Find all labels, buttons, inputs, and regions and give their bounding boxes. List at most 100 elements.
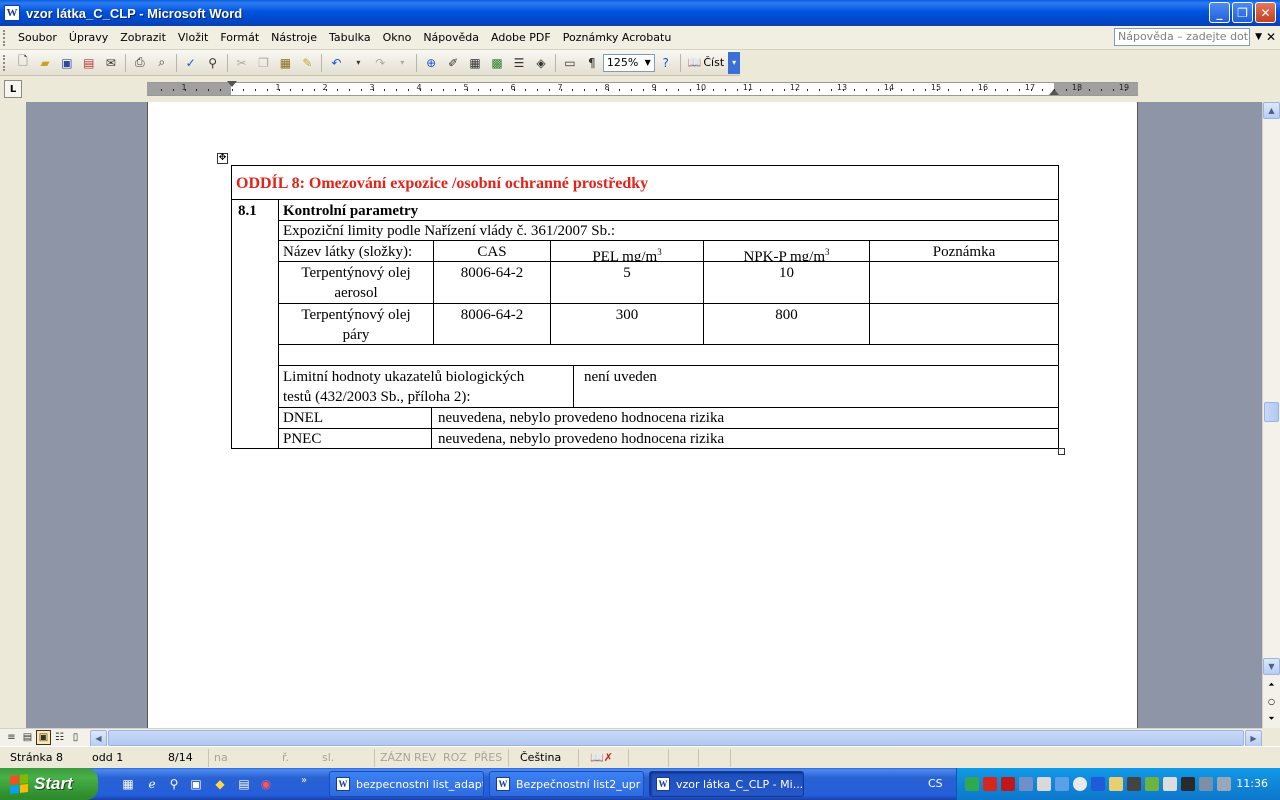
scroll-right-button[interactable]: ▶ (1245, 730, 1262, 747)
read-button[interactable]: 📖 Číst (684, 56, 728, 69)
tables-borders-icon[interactable]: ✐ (442, 52, 464, 74)
zoom-dropdown-icon[interactable]: ▼ (645, 58, 651, 67)
minimize-button[interactable]: _ (1209, 2, 1230, 23)
tray-bluetooth-icon[interactable] (1091, 777, 1105, 791)
status-extend[interactable]: ROZ (443, 751, 467, 764)
table-move-handle-icon[interactable]: ✥ (217, 153, 228, 164)
table-resize-handle[interactable] (1058, 448, 1065, 455)
show-formatting-icon[interactable]: ¶ (581, 52, 603, 74)
print-layout-icon[interactable]: ▣ (36, 730, 51, 745)
status-track-changes[interactable]: REV (414, 751, 436, 764)
start-button[interactable]: Start (0, 768, 98, 800)
normal-view-icon[interactable]: ≡ (4, 730, 19, 745)
taskbar-window-button[interactable]: Wbezpecnostni list_adapt (329, 771, 484, 797)
cut-icon[interactable]: ✂ (231, 52, 253, 74)
restore-button[interactable]: ❐ (1232, 2, 1253, 23)
tray-app-icon[interactable] (1055, 777, 1069, 791)
print-icon[interactable]: ⎙ (129, 52, 151, 74)
taskbar-window-button[interactable]: W Bezpečnostní list2_upr (489, 771, 644, 797)
menu-napoveda[interactable]: Nápověda (417, 31, 485, 44)
web-layout-icon[interactable]: ▤ (20, 730, 35, 745)
clock[interactable]: 11:36 (1236, 777, 1268, 790)
select-browse-object-button[interactable]: ○ (1263, 693, 1280, 710)
zoom-select[interactable]: 125% ▼ (602, 53, 655, 72)
tray-app-icon[interactable] (965, 777, 979, 791)
horizontal-ruler[interactable]: 1 1 2 3 4 5 6 7 8 9 10 11 12 13 14 15 16… (147, 81, 1138, 96)
title-bar[interactable]: W vzor látka_C_CLP - Microsoft Word _ ❐ … (0, 0, 1280, 26)
horizontal-scroll-thumb[interactable] (108, 730, 1244, 746)
show-desktop-icon[interactable]: ▦ (120, 776, 136, 792)
undo-icon[interactable]: ↶ (325, 52, 347, 74)
outline-view-icon[interactable]: ☷ (52, 730, 67, 745)
internet-explorer-icon[interactable]: ℯ (144, 776, 160, 792)
menu-grip-handle[interactable] (3, 29, 7, 46)
status-language[interactable]: Čeština (520, 751, 561, 764)
tray-app-icon[interactable] (1127, 777, 1141, 791)
tray-antivirus-icon[interactable] (1001, 777, 1015, 791)
redo-icon[interactable]: ↷ (369, 52, 391, 74)
word-app-icon[interactable]: W (4, 5, 20, 21)
tray-app-icon[interactable] (1199, 777, 1213, 791)
copy-icon[interactable]: ❐ (253, 52, 275, 74)
print-preview-icon[interactable]: ⌕ (151, 52, 173, 74)
previous-page-button[interactable]: ⏶ (1263, 676, 1280, 693)
toolbar-options-icon[interactable]: ▾ (728, 51, 741, 74)
tray-app-icon[interactable] (1217, 777, 1231, 791)
format-painter-icon[interactable]: ✎ (296, 52, 318, 74)
quick-launch-expand-icon[interactable]: » (296, 772, 312, 788)
help-search-input[interactable]: Nápověda – zadejte dotaz (1114, 28, 1250, 46)
tray-app-icon[interactable] (1145, 777, 1159, 791)
tray-app-icon[interactable] (1109, 777, 1123, 791)
status-record[interactable]: ZÁZN (380, 751, 411, 764)
spelling-status-icon[interactable]: 📖✗ (590, 751, 613, 764)
spelling-icon[interactable]: ✓ (180, 52, 202, 74)
menu-vlozit[interactable]: Vložit (172, 31, 214, 44)
left-indent-marker[interactable] (227, 81, 237, 87)
search-icon[interactable]: ⚲ (166, 776, 182, 792)
menu-soubor[interactable]: Soubor (12, 31, 63, 44)
tray-app-icon[interactable] (1181, 777, 1195, 791)
menu-upravy[interactable]: Úpravy (63, 31, 114, 44)
menu-okno[interactable]: Okno (377, 31, 418, 44)
email-icon[interactable]: ✉ (100, 52, 122, 74)
menu-adobe-pdf[interactable]: Adobe PDF (485, 31, 557, 44)
toolbar-grip-handle[interactable] (3, 54, 7, 71)
quick-launch-app-icon[interactable]: ◉ (258, 776, 274, 792)
help-icon[interactable]: ? (655, 52, 677, 74)
redo-dropdown-icon[interactable]: ▾ (391, 52, 413, 74)
tray-search-icon[interactable] (1073, 777, 1087, 791)
save-icon[interactable]: ▣ (56, 52, 78, 74)
new-document-icon[interactable]: 🗋 (12, 52, 34, 74)
scroll-down-button[interactable]: ▼ (1263, 658, 1280, 675)
next-page-button[interactable]: ⏷ (1263, 710, 1280, 727)
tray-app-icon[interactable] (1037, 777, 1051, 791)
paste-icon[interactable]: ▦ (274, 52, 296, 74)
reading-layout-icon[interactable]: ▯ (68, 730, 83, 745)
taskbar-window-button-active[interactable]: Wvzor látka_C_CLP - Mi... (649, 771, 804, 797)
insert-table-icon[interactable]: ▦ (464, 52, 486, 74)
quick-launch-app-icon[interactable]: ▤ (236, 776, 252, 792)
close-button[interactable]: ✕ (1255, 2, 1276, 23)
vertical-scrollbar[interactable]: ▲ ▼ ⏶ ○ ⏷ (1262, 102, 1280, 728)
horizontal-scrollbar[interactable]: ◀ ▶ (90, 730, 1262, 747)
undo-dropdown-icon[interactable]: ▾ (347, 52, 369, 74)
drawing-icon[interactable]: ◈ (530, 52, 552, 74)
menu-nastroje[interactable]: Nástroje (265, 31, 323, 44)
menu-tabulka[interactable]: Tabulka (323, 31, 377, 44)
insert-excel-icon[interactable]: ▩ (486, 52, 508, 74)
tab-stop-selector[interactable]: L (4, 80, 22, 98)
open-folder-icon[interactable]: ▰ (34, 52, 56, 74)
menu-zobrazit[interactable]: Zobrazit (114, 31, 172, 44)
scroll-up-button[interactable]: ▲ (1263, 102, 1280, 119)
tray-volume-icon[interactable] (1163, 777, 1177, 791)
help-dropdown-icon[interactable]: ▼ (1255, 32, 1262, 42)
menu-poznamky-acrobatu[interactable]: Poznámky Acrobatu (557, 31, 678, 44)
permission-icon[interactable]: ▤ (78, 52, 100, 74)
document-map-icon[interactable]: ▭ (559, 52, 581, 74)
tray-acrobat-icon[interactable] (983, 777, 997, 791)
columns-icon[interactable]: ☰ (508, 52, 530, 74)
language-indicator[interactable]: CS (928, 777, 943, 790)
research-icon[interactable]: ⚲ (202, 52, 224, 74)
hyperlink-icon[interactable]: ⊕ (420, 52, 442, 74)
quick-launch-app-icon[interactable]: ◆ (212, 776, 228, 792)
